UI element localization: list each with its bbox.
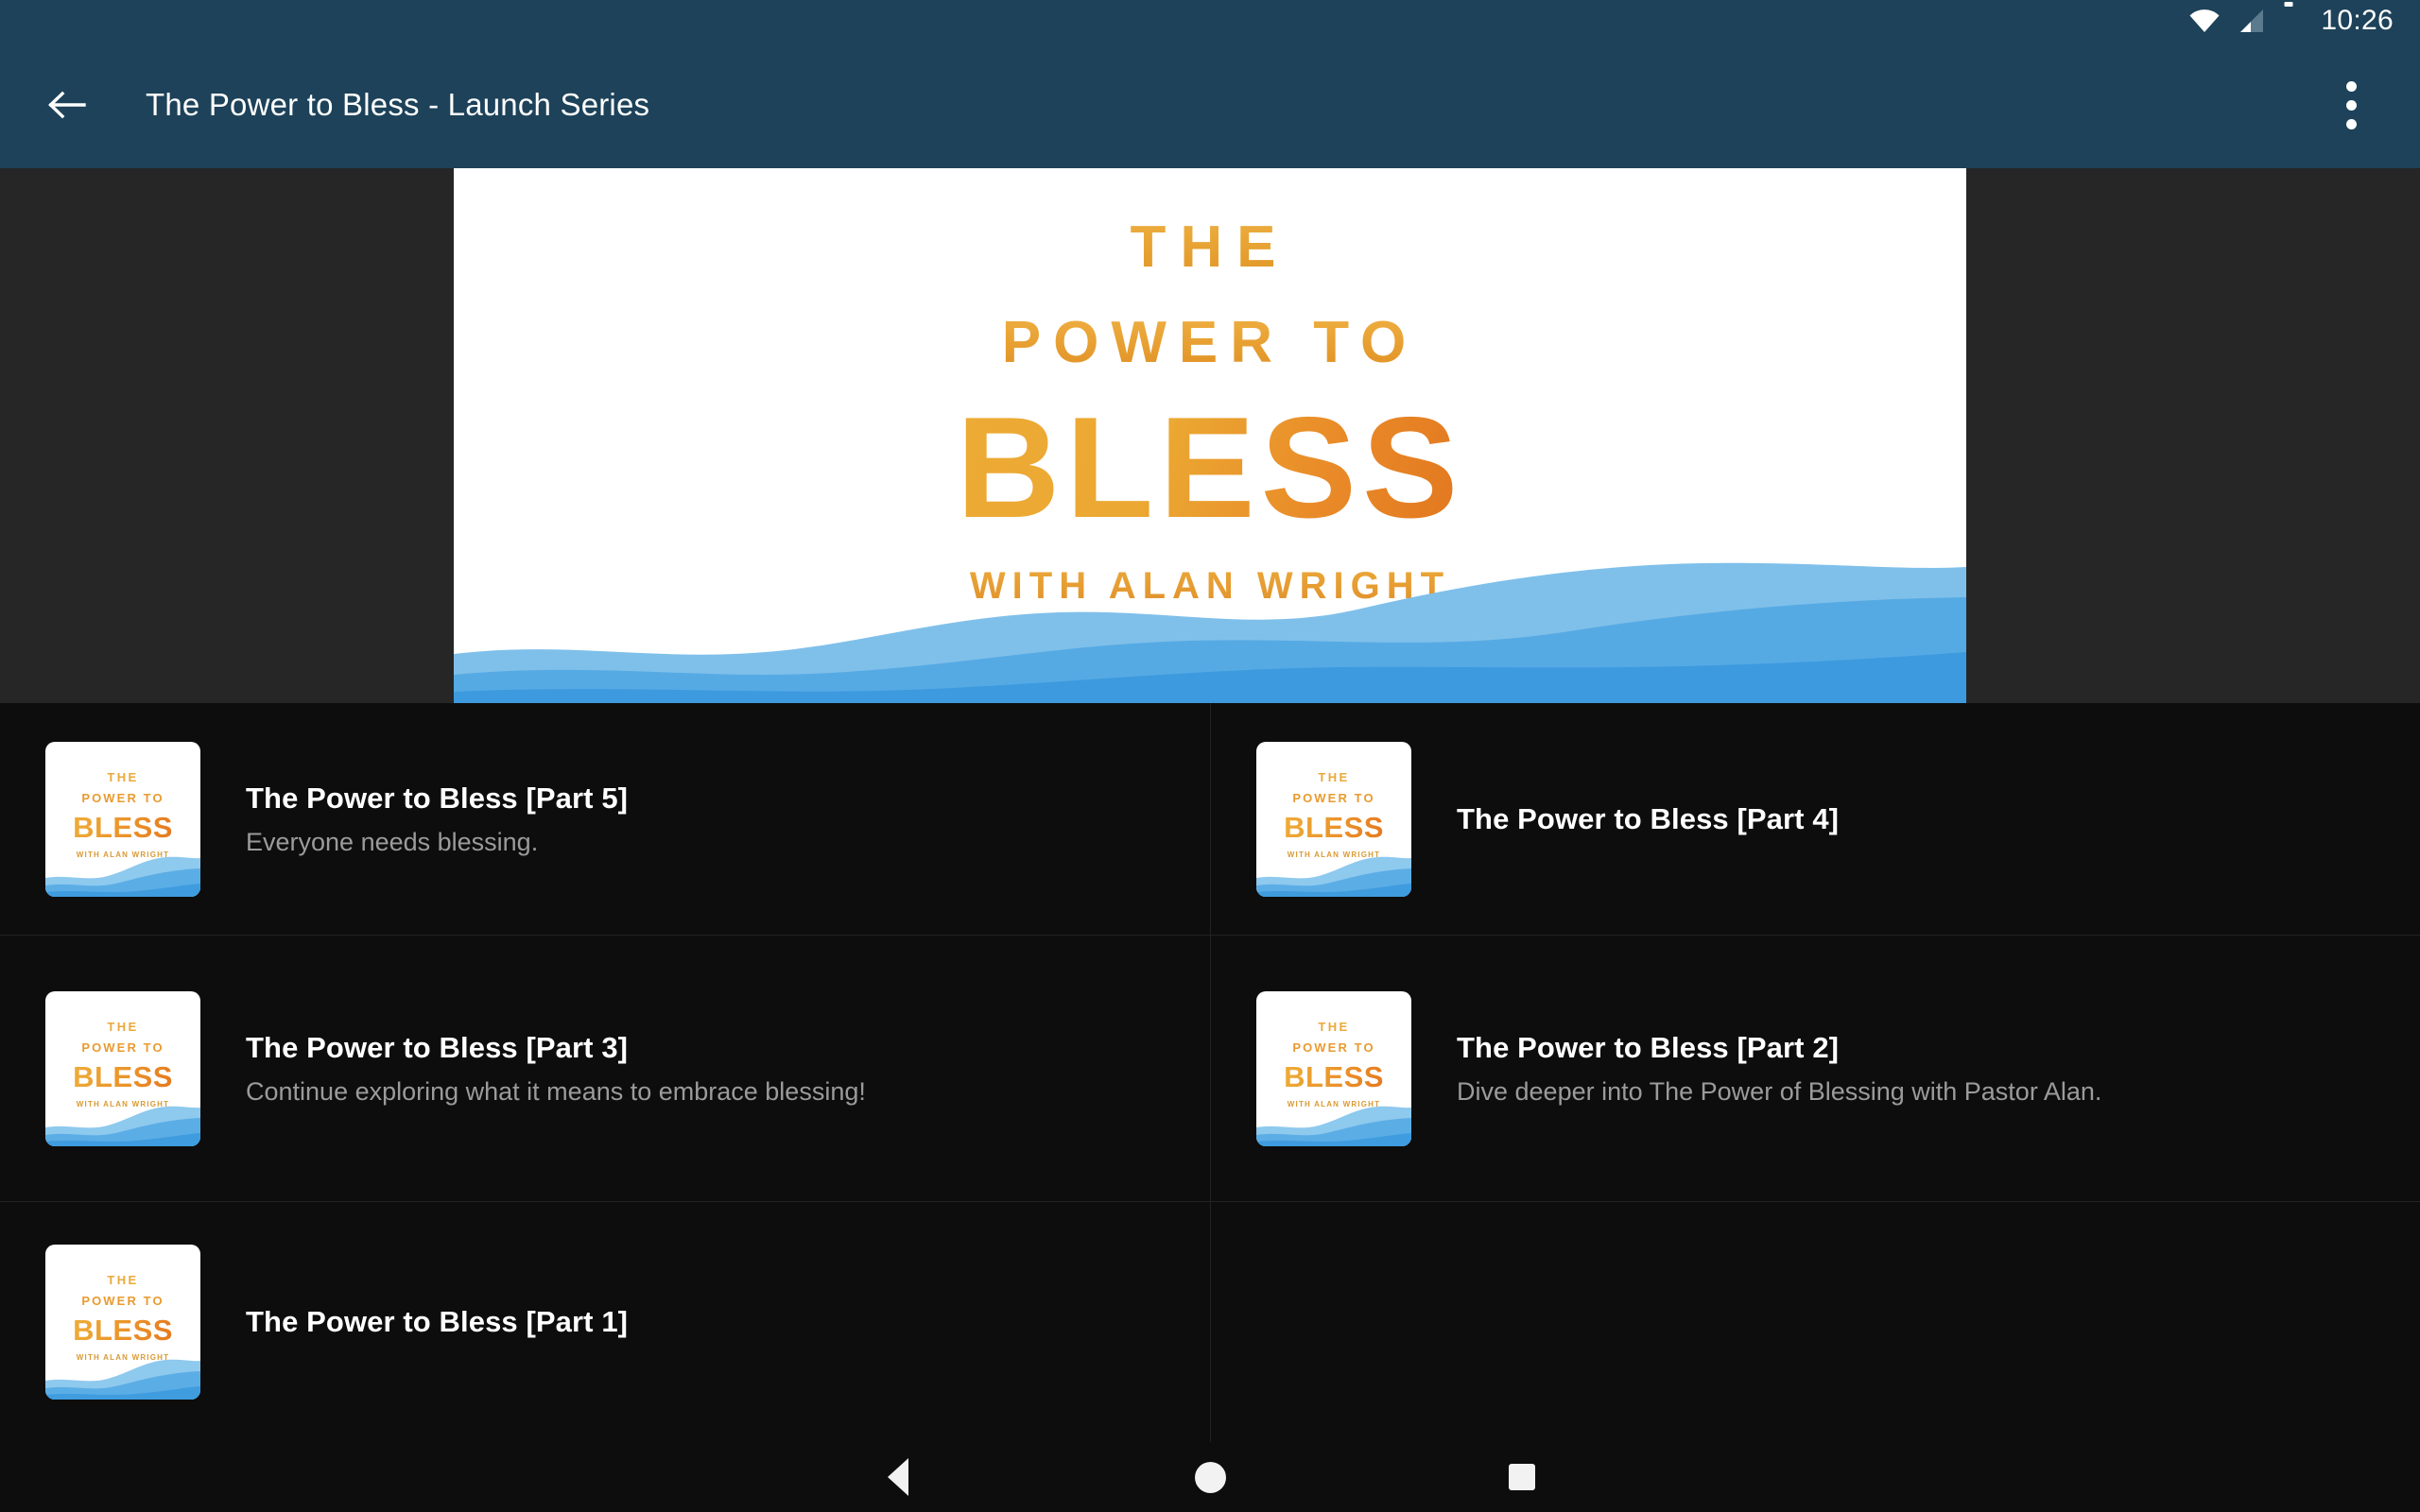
episode-text: The Power to Bless [Part 2] Dive deeper … [1457,1031,2101,1107]
thumb-watercolor-wave [45,856,200,897]
episode-thumbnail: THE POWER TO BLESS WITH ALAN WRIGHT [1256,741,1411,897]
nav-back-button[interactable] [742,1458,1054,1496]
cellular-signal-icon [2236,9,2264,33]
status-clock: 10:26 [2321,5,2394,36]
series-banner-image[interactable]: THE POWER TO BLESS WITH ALAN WRIGHT [454,168,1966,703]
thumb-line-the: THE [107,769,139,784]
list-item[interactable]: THE POWER TO BLESS WITH ALAN WRIGHT The … [1211,936,2420,1202]
thumb-line-bless: BLESS [1284,810,1384,844]
banner-line-power-to: POWER TO [1001,310,1419,375]
more-vertical-icon-dot [2345,99,2357,111]
wifi-icon [2188,9,2221,33]
android-navigation-bar [0,1442,2420,1512]
episode-text: The Power to Bless [Part 1] [246,1305,628,1339]
thumb-line-the: THE [1318,1019,1350,1034]
nav-home-icon [1194,1461,1226,1493]
episode-subtitle: Continue exploring what it means to embr… [246,1076,866,1106]
episode-text: The Power to Bless [Part 3] Continue exp… [246,1031,866,1107]
status-icons: 10:26 [2188,2,2394,36]
thumb-line-bless: BLESS [1284,1059,1384,1093]
episode-thumbnail: THE POWER TO BLESS WITH ALAN WRIGHT [45,990,200,1146]
episode-thumbnail: THE POWER TO BLESS WITH ALAN WRIGHT [45,1245,200,1400]
episode-thumbnail: THE POWER TO BLESS WITH ALAN WRIGHT [1256,990,1411,1146]
episode-subtitle: Everyone needs blessing. [246,827,539,856]
thumb-watercolor-wave [45,1106,200,1146]
list-item[interactable]: THE POWER TO BLESS WITH ALAN WRIGHT The … [0,936,1211,1202]
banner-watercolor-wave [454,562,1966,703]
thumb-line-bless: BLESS [73,1314,173,1347]
episode-title: The Power to Bless [Part 5] [246,781,629,815]
episode-title: The Power to Bless [Part 3] [246,1030,629,1064]
page-title: The Power to Bless - Launch Series [146,87,650,122]
thumb-watercolor-wave [1256,856,1411,897]
nav-recents-button[interactable] [1366,1464,1678,1490]
nav-home-button[interactable] [1054,1461,1366,1493]
episode-thumbnail: THE POWER TO BLESS WITH ALAN WRIGHT [45,741,200,897]
episode-title: The Power to Bless [Part 4] [1457,801,1840,835]
more-vertical-icon-dot [2345,80,2357,92]
overflow-menu-button[interactable] [2308,58,2394,152]
episode-list: THE POWER TO BLESS WITH ALAN WRIGHT The … [0,703,2420,1442]
more-vertical-icon-dot [2345,118,2357,129]
thumb-line-the: THE [107,1019,139,1034]
episode-subtitle: Dive deeper into The Power of Blessing w… [1457,1076,2102,1106]
hero-area: THE POWER TO BLESS WITH ALAN WRIGHT [0,168,2420,703]
thumb-line-the: THE [107,1273,139,1287]
thumb-line-bless: BLESS [73,810,173,844]
thumb-watercolor-wave [45,1359,200,1400]
list-item[interactable]: THE POWER TO BLESS WITH ALAN WRIGHT The … [0,1202,1211,1442]
thumb-line-power-to: POWER TO [1292,790,1375,805]
banner-line-bless: BLESS [956,387,1464,548]
back-arrow-icon [45,84,87,126]
episode-text: The Power to Bless [Part 4] [1457,802,1839,836]
list-item[interactable]: THE POWER TO BLESS WITH ALAN WRIGHT The … [0,703,1211,936]
thumb-line-power-to: POWER TO [1292,1040,1375,1055]
app-bar: The Power to Bless - Launch Series [0,42,2420,168]
list-item[interactable]: THE POWER TO BLESS WITH ALAN WRIGHT The … [1211,703,2420,936]
thumb-line-the: THE [1318,769,1350,784]
back-button[interactable] [19,58,113,152]
nav-back-icon [888,1458,908,1496]
thumb-line-power-to: POWER TO [81,1040,164,1055]
thumb-line-power-to: POWER TO [81,1294,164,1308]
status-bar: 10:26 [0,0,2420,42]
thumb-watercolor-wave [1256,1106,1411,1146]
episode-text: The Power to Bless [Part 5] Everyone nee… [246,782,628,857]
thumb-line-power-to: POWER TO [81,790,164,805]
thumb-line-bless: BLESS [73,1059,173,1093]
battery-icon [2279,2,2298,35]
banner-line-the: THE [1130,215,1290,280]
nav-recents-icon [1509,1464,1535,1490]
episode-title: The Power to Bless [Part 2] [1457,1030,1840,1064]
list-item-placeholder [1211,1202,2420,1442]
episode-title: The Power to Bless [Part 1] [246,1305,629,1338]
